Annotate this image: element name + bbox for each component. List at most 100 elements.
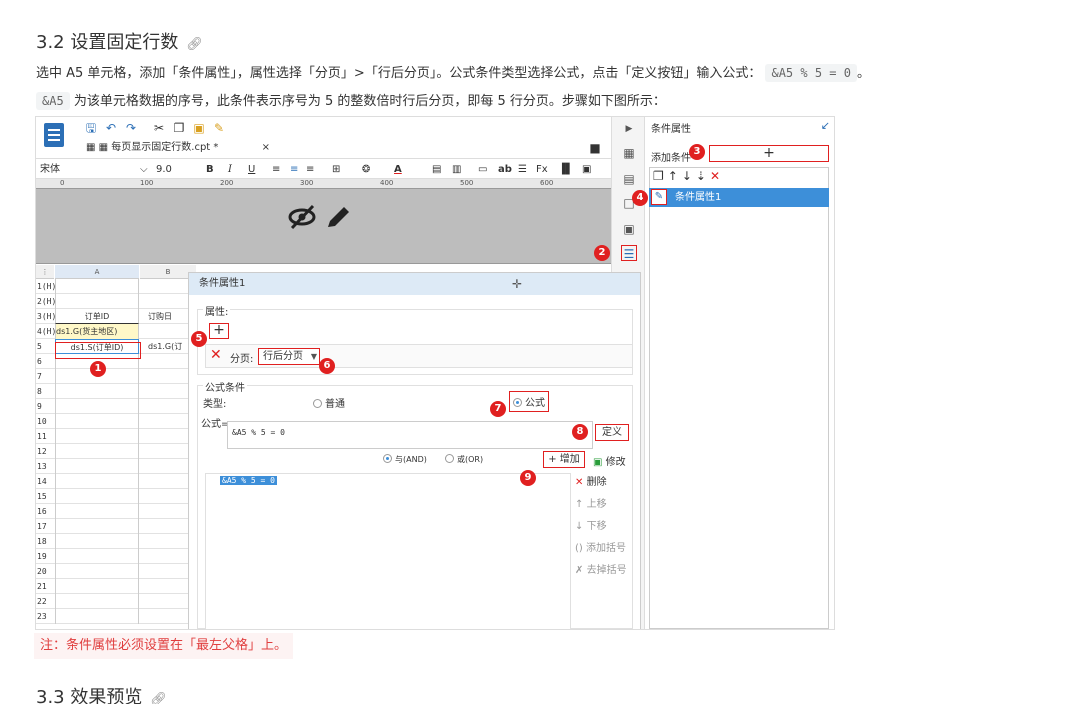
move-down-button[interactable]: ↓ 下移 — [571, 519, 631, 535]
and-radio[interactable]: 与(AND) — [383, 454, 427, 465]
row-header[interactable]: 21 — [36, 579, 54, 594]
link-icon[interactable]: 🔗︎ — [150, 692, 167, 704]
align-center-icon[interactable]: ≡ — [290, 161, 298, 179]
condition-item[interactable]: ✎ 条件属性1 — [649, 188, 829, 207]
row-header[interactable]: 9 — [36, 399, 54, 414]
cell-a[interactable] — [55, 594, 139, 609]
copy-icon[interactable]: ❐ — [653, 169, 668, 183]
row-header[interactable]: 18 — [36, 534, 54, 549]
row-header[interactable]: 16 — [36, 504, 54, 519]
row-header[interactable]: 19 — [36, 549, 54, 564]
pin-icon[interactable]: ■ — [588, 141, 602, 155]
cell-a[interactable]: ds1.G(货主地区) — [55, 324, 139, 339]
font-family-dropdown-icon[interactable]: ⌵ — [140, 161, 148, 179]
cell-a[interactable] — [55, 504, 139, 519]
column-header-a[interactable]: A — [55, 265, 139, 279]
split-cell-icon[interactable]: ▥ — [452, 161, 461, 179]
insert-rich-text-icon[interactable]: ☰ — [518, 161, 527, 179]
copy-icon[interactable]: ❐ — [172, 121, 186, 135]
cell-a[interactable] — [55, 609, 139, 624]
add-attribute-button[interactable]: + — [209, 323, 229, 339]
cell-attribute-icon[interactable]: ▤ — [621, 171, 637, 187]
font-family-select[interactable]: 宋体 — [40, 161, 60, 179]
or-radio[interactable]: 或(OR) — [445, 454, 483, 465]
page-break-select[interactable]: 行后分页 ▼ — [258, 348, 320, 365]
link-icon[interactable]: 🔗︎ — [186, 37, 203, 52]
row-header[interactable]: 7 — [36, 369, 54, 384]
add-condition-formula-button[interactable]: + 增加 — [543, 451, 585, 468]
cell-a[interactable] — [55, 534, 139, 549]
delete-icon[interactable]: ✕ — [710, 169, 724, 183]
underline-icon[interactable]: U — [248, 161, 255, 179]
row-header[interactable]: 11 — [36, 429, 54, 444]
cell-a[interactable] — [55, 579, 139, 594]
modify-button[interactable]: ▣ 修改 — [593, 453, 626, 468]
cell-a[interactable]: 订单ID — [55, 309, 139, 324]
condition-attribute-icon[interactable]: ☰ — [621, 245, 637, 261]
cell-a[interactable] — [55, 489, 139, 504]
row-header[interactable]: 8 — [36, 384, 54, 399]
hyperlink-icon[interactable]: ▣ — [621, 221, 637, 237]
type-normal-radio[interactable]: 普通 — [313, 395, 345, 410]
cell-a[interactable] — [55, 414, 139, 429]
row-header[interactable]: 15 — [36, 489, 54, 504]
remove-attribute-icon[interactable]: ✕ — [210, 347, 222, 363]
file-tab[interactable]: ▦ ▦ 每页显示固定行数.cpt * × — [86, 139, 270, 157]
define-button[interactable]: 定义 — [595, 424, 629, 441]
cell-element-icon[interactable]: ▦ — [621, 145, 637, 161]
condition-formula-item[interactable]: &A5 % 5 = 0 — [220, 476, 277, 485]
cell-a[interactable] — [55, 519, 139, 534]
cell-a[interactable] — [55, 444, 139, 459]
dialog-titlebar[interactable]: 条件属性1 — [189, 273, 640, 295]
remove-paren-button[interactable]: ✗ 去掉括号 — [571, 563, 631, 579]
insert-chart-icon[interactable]: ▐▌ — [558, 161, 573, 179]
row-header[interactable]: 1(H) — [36, 279, 56, 294]
cell-a[interactable] — [55, 384, 139, 399]
row-header[interactable]: 14 — [36, 474, 54, 489]
border-icon[interactable]: ⊞ — [332, 161, 340, 179]
font-size-select[interactable]: 9.0 — [156, 161, 172, 179]
row-header[interactable]: 22 — [36, 594, 54, 609]
italic-icon[interactable]: I — [228, 161, 232, 179]
insert-formula-icon[interactable]: Fx — [536, 161, 548, 179]
row-header[interactable]: 13 — [36, 459, 54, 474]
merge-cell-icon[interactable]: ▤ — [432, 161, 441, 179]
cell-a[interactable] — [55, 279, 139, 294]
cell-a[interactable] — [55, 549, 139, 564]
move-up-icon[interactable]: ↑ — [668, 169, 682, 183]
redo-icon[interactable]: ↷ — [124, 121, 138, 135]
cell-a[interactable] — [55, 294, 139, 309]
insert-image-icon[interactable]: ▣ — [582, 161, 591, 179]
insert-ab-icon[interactable]: ab — [498, 161, 512, 179]
app-menu-icon[interactable] — [44, 123, 64, 147]
move-down-icon[interactable]: ↓ — [682, 169, 696, 183]
align-right-icon[interactable]: ≡ — [306, 161, 314, 179]
collapse-icon[interactable]: ↙ — [821, 119, 830, 132]
corner-cell[interactable]: ⋮ — [36, 265, 54, 279]
row-header[interactable]: 10 — [36, 414, 54, 429]
cut-icon[interactable]: ✂ — [152, 121, 166, 135]
undo-icon[interactable]: ↶ — [104, 121, 118, 135]
add-condition-button[interactable]: + — [709, 145, 829, 162]
type-formula-radio[interactable]: 公式 — [509, 391, 549, 412]
row-header[interactable]: 6 — [36, 354, 54, 369]
save-icon[interactable]: 🖫︎ — [84, 121, 98, 135]
add-paren-button[interactable]: () 添加括号 — [571, 541, 631, 557]
close-tab-icon[interactable]: × — [262, 142, 270, 153]
paste-icon[interactable]: ▣ — [192, 121, 206, 135]
row-header[interactable]: 2(H) — [36, 294, 56, 309]
row-header[interactable]: 3(H) — [36, 309, 56, 324]
cell-a[interactable] — [55, 564, 139, 579]
expand-arrow-icon[interactable]: ▶ — [621, 121, 637, 137]
cell-a[interactable] — [55, 474, 139, 489]
edit-pen-icon[interactable]: ✎ — [651, 189, 667, 205]
align-left-icon[interactable]: ≡ — [272, 161, 280, 179]
row-header[interactable]: 20 — [36, 564, 54, 579]
move-up-button[interactable]: ↑ 上移 — [571, 497, 631, 513]
row-header[interactable]: 12 — [36, 444, 54, 459]
row-header[interactable]: 17 — [36, 519, 54, 534]
fill-color-icon[interactable]: ❂ — [362, 161, 370, 179]
row-header[interactable]: 5 — [36, 339, 54, 354]
row-header[interactable]: 23 — [36, 609, 54, 624]
cell-a[interactable] — [55, 399, 139, 414]
